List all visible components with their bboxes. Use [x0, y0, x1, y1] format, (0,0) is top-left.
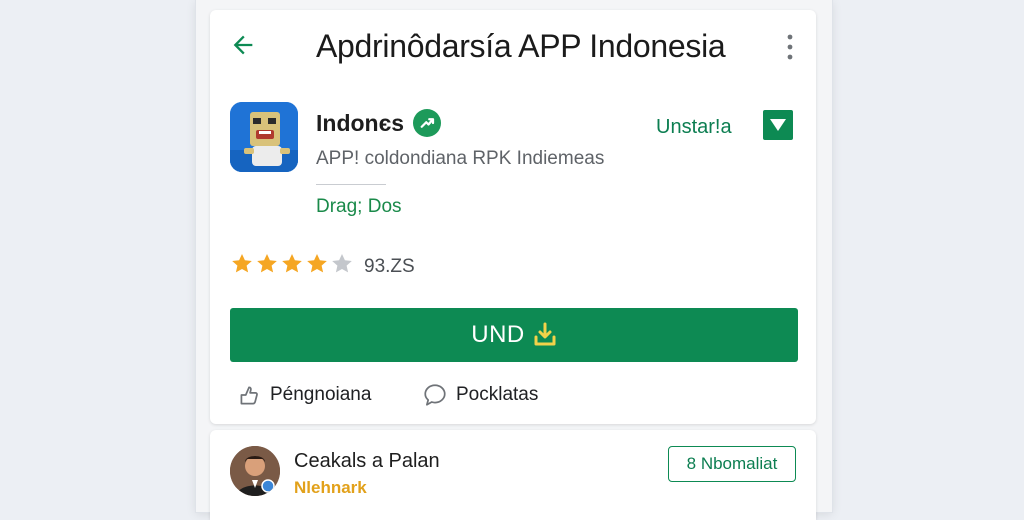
app-subtitle: APP! coldondiana RPK Indiemeas — [316, 148, 605, 169]
back-button[interactable] — [226, 28, 260, 62]
reviewer-tag: Nlehnark — [294, 478, 367, 497]
star-icon — [232, 254, 252, 273]
verified-badge-icon — [413, 109, 441, 137]
install-link[interactable]: Unstar!a — [656, 116, 732, 139]
more-vert-icon — [787, 34, 793, 60]
avatar[interactable] — [230, 446, 280, 496]
top-bar: Apdrinôdarsía APP Indonesia — [210, 10, 816, 84]
star-icon — [257, 254, 277, 273]
star-empty-icon — [332, 254, 352, 273]
review-action-button[interactable]: 8 Nbomaliat — [668, 446, 796, 482]
share-icon — [240, 386, 258, 405]
dropdown-checkbox-icon — [770, 119, 786, 131]
comment-action[interactable]: Pocklatas — [422, 382, 538, 408]
comment-icon — [424, 384, 446, 406]
arrow-left-icon — [233, 35, 253, 55]
download-icon — [533, 322, 557, 348]
rating-stars — [230, 252, 354, 276]
app-category[interactable]: Drag; Dos — [316, 196, 402, 218]
star-icon — [282, 254, 302, 273]
divider — [316, 184, 386, 185]
share-label: Péngnoiana — [270, 384, 372, 405]
reviewer-name: Ceakals a Palan — [294, 450, 440, 472]
install-toggle-button[interactable] — [763, 110, 793, 140]
comment-label: Pocklatas — [456, 384, 539, 405]
app-details-card: Apdrinôdarsía APP Indonesia Indonєs Unst… — [210, 10, 816, 424]
install-button[interactable]: UND — [230, 308, 798, 362]
install-button-label: UND — [471, 321, 525, 348]
more-options-button[interactable] — [778, 32, 802, 62]
star-icon — [307, 254, 327, 273]
page-title: Apdrinôdarsía APP Indonesia — [316, 28, 726, 64]
phone-frame: Apdrinôdarsía APP Indonesia Indonєs Unst… — [196, 0, 832, 520]
rating-value: 93.ZS — [364, 256, 415, 277]
share-action[interactable]: Péngnoiana — [236, 382, 371, 408]
app-name: Indonєs — [316, 110, 405, 136]
review-card: Ceakals a Palan Nlehnark 8 Nbomaliat — [210, 430, 816, 520]
app-icon[interactable] — [230, 102, 298, 172]
